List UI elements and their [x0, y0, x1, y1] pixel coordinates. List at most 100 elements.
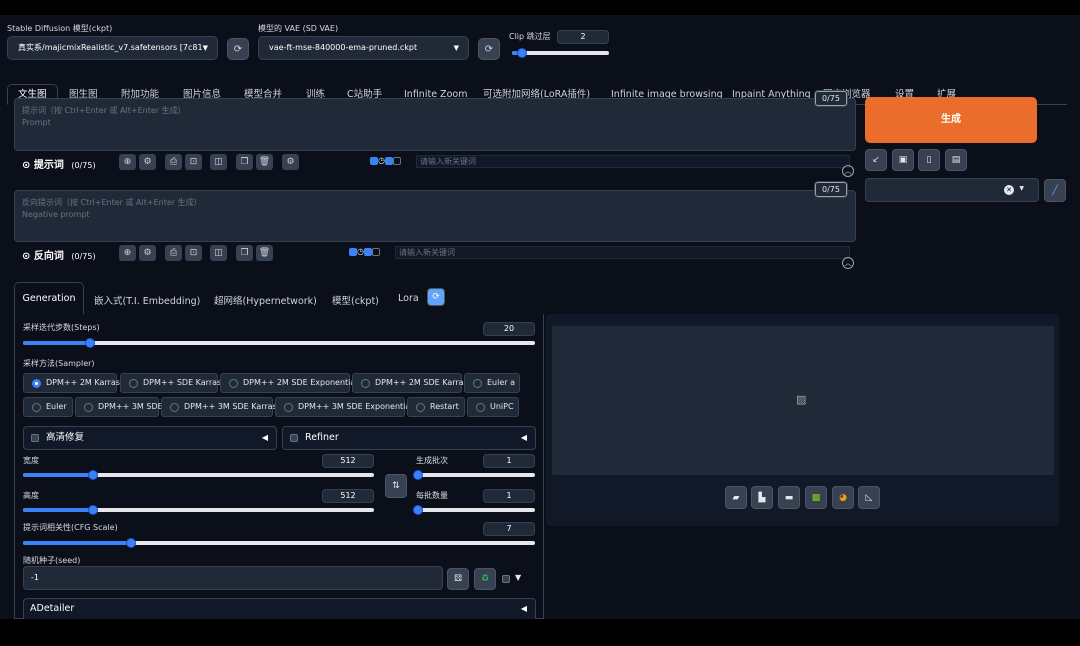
extras-icon[interactable]: ◺ [858, 486, 880, 509]
batch-size-slider[interactable] [413, 505, 535, 515]
subtab-embedding[interactable]: 嵌入式(T.I. Embedding) [94, 293, 200, 307]
dice-icon[interactable]: ⚄ [447, 568, 469, 590]
checkbox-checked[interactable] [363, 247, 372, 256]
split-icon[interactable]: ◫ [210, 245, 227, 261]
adetailer-accordion[interactable]: ADetailer ◀ [23, 598, 536, 619]
width-input[interactable]: 512 [322, 454, 374, 468]
negative-placeholder-line2: Negative prompt [22, 210, 90, 219]
prompt-keyword-input[interactable]: 请输入新关键词 [416, 155, 850, 168]
note-icon[interactable]: ▤ [945, 149, 967, 171]
clear-icon[interactable]: ✕ [1004, 185, 1014, 195]
subtab-ckpt[interactable]: 模型(ckpt) [332, 293, 379, 307]
folder-icon[interactable]: ▰ [725, 486, 747, 509]
steps-input[interactable]: 20 [483, 322, 535, 336]
recycle-icon[interactable]: ♻ [474, 568, 496, 590]
subtab-hypernetwork[interactable]: 超网络(Hypernetwork) [214, 293, 317, 307]
trash-icon[interactable]: ▯ [918, 149, 940, 171]
batch-count-slider-thumb[interactable] [413, 470, 423, 480]
batch-size-input[interactable]: 1 [483, 489, 535, 503]
height-slider[interactable] [23, 505, 374, 515]
bookmark-icon[interactable]: ⊡ [185, 154, 202, 170]
clipboard-icon[interactable]: ▣ [892, 149, 914, 171]
sampler-dpmpp-3m-sde-karras[interactable]: DPM++ 3M SDE Karras [161, 397, 277, 417]
sampler-dpmpp-2m-sde-karras[interactable]: DPM++ 2M SDE Karras [352, 373, 468, 393]
cfg-slider[interactable] [23, 538, 535, 548]
height-input[interactable]: 512 [322, 489, 374, 503]
chevron-up-icon[interactable]: ︿ [842, 165, 854, 177]
ckpt-dropdown[interactable]: 真实系/majicmixRealistic_v7.safetensors [7c… [7, 36, 218, 60]
clip-value-input[interactable]: 2 [557, 30, 609, 44]
prompt-textarea[interactable]: 提示词（按 Ctrl+Enter 或 Alt+Enter 生成） Prompt [14, 98, 856, 151]
subtab-lora[interactable]: Lora [398, 293, 419, 304]
batch-size-slider-thumb[interactable] [413, 505, 423, 515]
checkbox-checked[interactable] [384, 156, 393, 165]
clip-slider[interactable] [512, 48, 609, 58]
refiner-accordion[interactable]: Refiner ◀ [282, 426, 536, 450]
refiner-checkbox[interactable] [290, 433, 298, 442]
cfg-slider-thumb[interactable] [125, 538, 136, 548]
arrow-down-left-icon[interactable]: ↙ [865, 149, 887, 171]
sampler-unipc[interactable]: UniPC [467, 397, 519, 417]
sampler-euler[interactable]: Euler [23, 397, 73, 417]
import-icon[interactable]: ⎙ [165, 154, 182, 170]
edit-brush-icon[interactable]: ╱ [1044, 179, 1066, 202]
width-slider[interactable] [23, 470, 374, 480]
copy-icon[interactable]: ❐ [236, 154, 253, 170]
trash-icon[interactable]: 🗑 [256, 245, 273, 261]
negative-textarea[interactable]: 反向提示词（按 Ctrl+Enter 或 Alt+Enter 生成） Negat… [14, 190, 856, 242]
import-icon[interactable]: ⎙ [165, 245, 182, 261]
copy-icon[interactable]: ❐ [236, 245, 253, 261]
split-icon[interactable]: ◫ [210, 154, 227, 170]
trash-icon[interactable]: 🗑 [256, 154, 273, 170]
checkbox-empty[interactable] [392, 156, 401, 165]
swap-dimensions-icon[interactable]: ⇅ [385, 474, 407, 498]
checkbox-checked[interactable] [370, 156, 378, 165]
negative-keyword-input[interactable]: 请输入新关键词 [395, 246, 850, 259]
sampler-restart[interactable]: Restart [407, 397, 465, 417]
sampler-dpmpp-2m-karras[interactable]: DPM++ 2M Karras [23, 373, 120, 393]
generate-button[interactable]: 生成 [865, 97, 1037, 143]
palette-icon[interactable]: ◕ [832, 486, 854, 509]
refresh-ckpt-button[interactable]: ⟳ [227, 38, 249, 60]
refresh-vae-button[interactable]: ⟳ [478, 38, 500, 60]
checkbox-empty[interactable] [371, 247, 380, 256]
sampler-dpmpp-sde-karras[interactable]: DPM++ SDE Karras [120, 373, 221, 393]
cfg-input[interactable]: 7 [483, 522, 535, 536]
prompt-toggle[interactable]: ⊙ 提示词 (0/75) [22, 156, 96, 171]
refresh-icon[interactable]: ⟳ [427, 288, 445, 306]
steps-slider-thumb[interactable] [84, 338, 95, 348]
sampler-dpmpp-3m-sde[interactable]: DPM++ 3M SDE [75, 397, 163, 417]
checkbox-checked[interactable] [349, 247, 357, 256]
gear-icon[interactable]: ⚙ [282, 154, 299, 170]
steps-slider[interactable] [23, 338, 535, 348]
hires-checkbox[interactable] [31, 433, 39, 442]
sampler-dpmpp-3m-sde-exp[interactable]: DPM++ 3M SDE Exponential [275, 397, 413, 417]
globe-icon[interactable]: ⊕ [119, 154, 136, 170]
seed-input[interactable]: -1 [23, 566, 443, 590]
history-icon[interactable]: ◷ [357, 247, 364, 256]
history-icon[interactable]: ◷ [378, 156, 385, 165]
style-dropdown[interactable]: ✕ ▼ [865, 178, 1039, 202]
sampler-dpmpp-2m-sde-exp[interactable]: DPM++ 2M SDE Exponential [220, 373, 358, 393]
extra-seed-checkbox[interactable] [502, 575, 510, 583]
chevron-up-icon[interactable]: ︿ [842, 257, 854, 269]
subtab-generation[interactable]: Generation [14, 282, 84, 314]
negative-toggle[interactable]: ⊙ 反向词 (0/75) [22, 247, 96, 262]
send-to-img2img-icon[interactable]: ▩ [805, 486, 827, 509]
radio-empty [473, 379, 482, 388]
vae-dropdown[interactable]: vae-ft-mse-840000-ema-pruned.ckpt ▼ [258, 36, 469, 60]
batch-count-input[interactable]: 1 [483, 454, 535, 468]
bookmark-icon[interactable]: ⊡ [185, 245, 202, 261]
expand-down-icon[interactable]: ▼ [515, 573, 521, 582]
settings-icon[interactable]: ⚙ [139, 245, 156, 261]
save-icon[interactable]: ▙ [751, 486, 773, 509]
collapse-left-icon: ◀ [261, 433, 268, 442]
clip-slider-thumb[interactable] [516, 48, 527, 58]
settings-icon[interactable]: ⚙ [139, 154, 156, 170]
globe-icon[interactable]: ⊕ [119, 245, 136, 261]
hires-fix-accordion[interactable]: 高清修复 ◀ [23, 426, 277, 450]
sampler-euler-a[interactable]: Euler a [464, 373, 520, 393]
batch-count-slider[interactable] [413, 470, 535, 480]
sampler-label: 采样方法(Sampler) [23, 359, 95, 368]
zip-icon[interactable]: ▬ [778, 486, 800, 509]
